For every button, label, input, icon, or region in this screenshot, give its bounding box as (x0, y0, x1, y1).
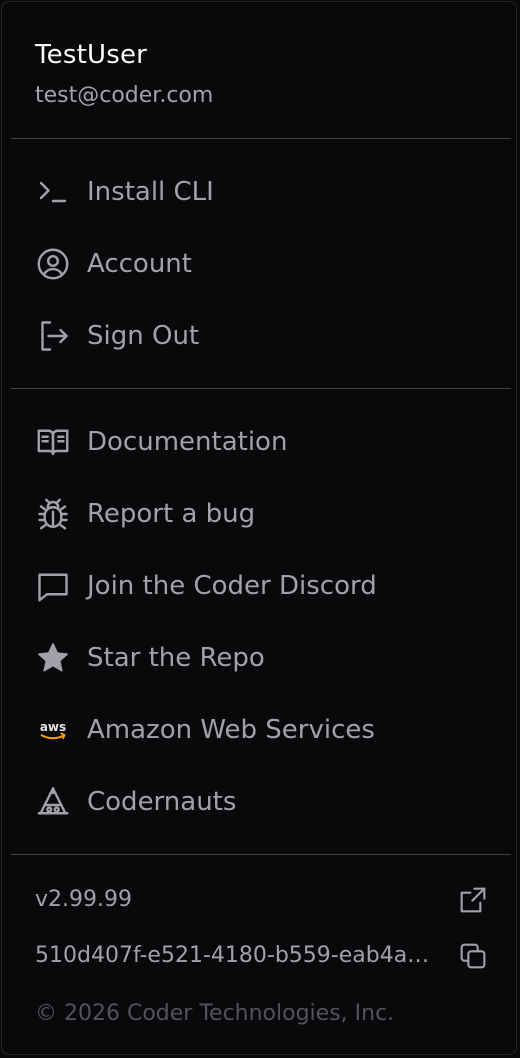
build-id-row: 510d407f-e521-4180-b559-eab4a… (11, 936, 511, 976)
menu-item-label: Documentation (87, 427, 288, 457)
divider (11, 854, 511, 855)
terminal-icon (35, 174, 71, 210)
menu-item-label: Report a bug (87, 499, 256, 529)
divider (11, 138, 511, 139)
user-dropdown-menu: TestUser test@coder.com Install CLI Acco… (1, 1, 517, 1055)
menu-item-label: Join the Coder Discord (87, 571, 377, 601)
copy-icon[interactable] (457, 940, 489, 972)
chat-icon (35, 568, 71, 604)
user-circle-icon (35, 246, 71, 282)
version-text: v2.99.99 (35, 887, 132, 912)
build-id-text: 510d407f-e521-4180-b559-eab4a… (35, 943, 430, 968)
bug-icon (35, 496, 71, 532)
svg-text:aws: aws (40, 720, 66, 734)
menu-item-star-repo[interactable]: Star the Repo (11, 630, 511, 686)
aws-icon: aws (35, 712, 71, 748)
external-link-icon[interactable] (457, 884, 489, 916)
sign-out-icon (35, 318, 71, 354)
menu-item-label: Sign Out (87, 321, 200, 351)
menu-item-sign-out[interactable]: Sign Out (11, 308, 511, 364)
menu-item-account[interactable]: Account (11, 236, 511, 292)
username: TestUser (35, 40, 148, 70)
menu-item-documentation[interactable]: Documentation (11, 414, 511, 470)
menu-item-label: Install CLI (87, 177, 214, 207)
menu-item-codernauts[interactable]: Codernauts (11, 774, 511, 830)
menu-item-label: Codernauts (87, 787, 237, 817)
user-email: test@coder.com (35, 83, 214, 108)
divider (11, 388, 511, 389)
codernauts-icon (35, 784, 71, 820)
menu-item-label: Star the Repo (87, 643, 265, 673)
copyright-text: © 2026 Coder Technologies, Inc. (35, 1001, 395, 1026)
book-icon (35, 424, 71, 460)
version-row: v2.99.99 (11, 880, 511, 920)
star-icon (35, 640, 71, 676)
menu-item-label: Account (87, 249, 192, 279)
menu-item-discord[interactable]: Join the Coder Discord (11, 558, 511, 614)
menu-item-report-bug[interactable]: Report a bug (11, 486, 511, 542)
menu-item-label: Amazon Web Services (87, 715, 375, 745)
user-header: TestUser test@coder.com (35, 38, 213, 108)
menu-item-aws[interactable]: aws Amazon Web Services (11, 702, 511, 758)
menu-item-install-cli[interactable]: Install CLI (11, 164, 511, 220)
